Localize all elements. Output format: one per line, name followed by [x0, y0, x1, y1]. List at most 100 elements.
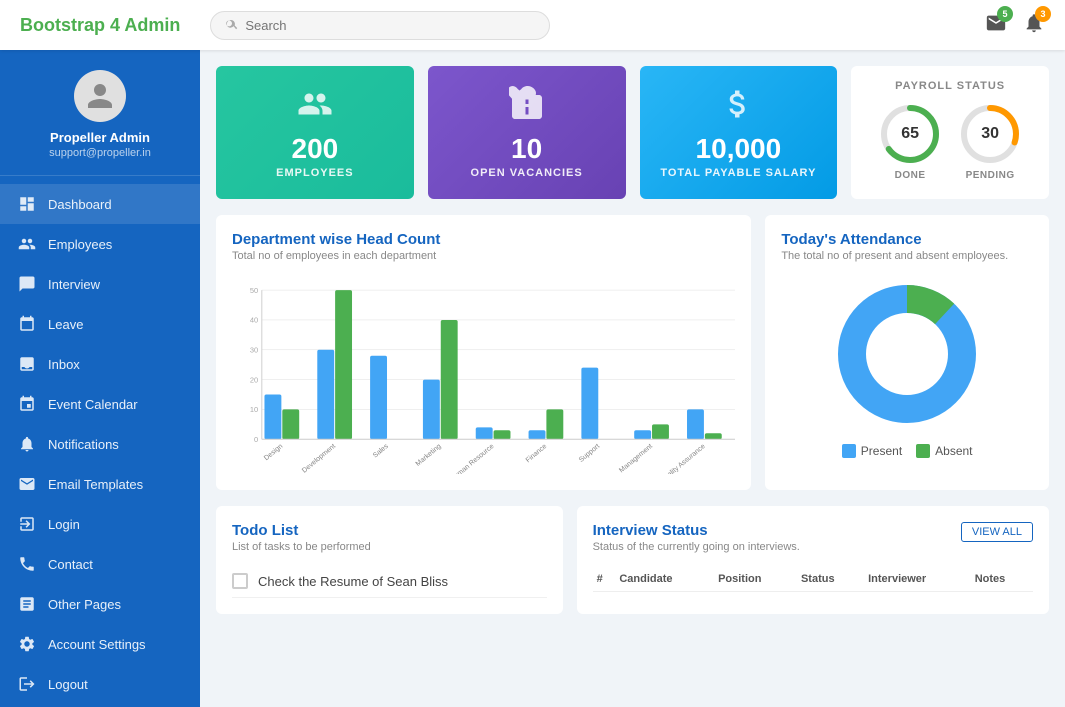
search-input[interactable]: [245, 18, 535, 33]
svg-text:Sales: Sales: [372, 443, 390, 460]
donut-chart: [827, 274, 987, 434]
present-dot: [842, 444, 856, 458]
search-bar[interactable]: [210, 11, 550, 40]
todo-checkbox[interactable]: [232, 573, 248, 589]
col-notes: Notes: [971, 567, 1033, 592]
gauge-done-circle: 65: [878, 102, 942, 166]
sidebar-item-employees[interactable]: Employees: [0, 224, 200, 264]
sidebar-label-email-templates: Email Templates: [48, 477, 143, 492]
bell-badge: 3: [1035, 6, 1051, 22]
sidebar-label-contact: Contact: [48, 557, 93, 572]
nav-icons: 5 3: [985, 12, 1045, 39]
sidebar-item-notifications[interactable]: Notifications: [0, 424, 200, 464]
top-navbar: Bootstrap 4 Admin 5 3: [0, 0, 1065, 50]
bottom-row: Todo List List of tasks to be performed …: [216, 506, 1049, 614]
employees-stat-number: 200: [292, 135, 339, 163]
payroll-pending-gauge: 30 PENDING: [958, 102, 1022, 181]
sidebar-item-dashboard[interactable]: Dashboard: [0, 184, 200, 224]
sidebar-item-login[interactable]: Login: [0, 504, 200, 544]
sidebar-username: Propeller Admin: [50, 130, 150, 145]
login-icon: [18, 515, 36, 533]
payroll-done-gauge: 65 DONE: [878, 102, 942, 181]
employees-stat-label: EMPLOYEES: [276, 167, 353, 179]
svg-text:0: 0: [254, 435, 258, 444]
stat-card-salary: 10,000 TOTAL PAYABLE SALARY: [640, 66, 838, 199]
sidebar-item-leave[interactable]: Leave: [0, 304, 200, 344]
sidebar-item-interview[interactable]: Interview: [0, 264, 200, 304]
inbox-icon: [18, 355, 36, 373]
mail-badge: 5: [997, 6, 1013, 22]
mail-icon-wrap[interactable]: 5: [985, 12, 1007, 39]
interview-table: # Candidate Position Status Interviewer …: [593, 567, 1033, 592]
todo-item-label: Check the Resume of Sean Bliss: [258, 574, 448, 589]
col-interviewer: Interviewer: [864, 567, 971, 592]
col-position: Position: [714, 567, 797, 592]
svg-text:10: 10: [250, 405, 258, 414]
contact-icon: [18, 555, 36, 573]
sidebar-item-other-pages[interactable]: Other Pages: [0, 584, 200, 624]
svg-text:Support: Support: [578, 443, 601, 464]
stats-row: 200 EMPLOYEES 10 OPEN VACANCIES 10,000 T…: [216, 66, 1049, 199]
svg-text:Management: Management: [618, 443, 654, 474]
sidebar-item-inbox[interactable]: Inbox: [0, 344, 200, 384]
sidebar-label-leave: Leave: [48, 317, 83, 332]
sidebar-label-account-settings: Account Settings: [48, 637, 146, 652]
vacancies-stat-label: OPEN VACANCIES: [471, 167, 583, 179]
present-label: Present: [861, 444, 902, 458]
todo-subtitle: List of tasks to be performed: [232, 541, 547, 553]
dashboard-icon: [18, 195, 36, 213]
gauge-pending-circle: 30: [958, 102, 1022, 166]
avatar: [74, 70, 126, 122]
notifications-icon: [18, 435, 36, 453]
sidebar-item-event-calendar[interactable]: Event Calendar: [0, 384, 200, 424]
svg-text:30: 30: [250, 346, 258, 355]
svg-text:Marketing: Marketing: [415, 443, 443, 468]
search-icon: [225, 17, 239, 34]
todo-title: Todo List: [232, 522, 547, 539]
brand-logo: Bootstrap 4 Admin: [20, 15, 180, 36]
main-content: 200 EMPLOYEES 10 OPEN VACANCIES 10,000 T…: [200, 50, 1065, 707]
view-all-button[interactable]: VIEW ALL: [961, 522, 1033, 542]
account-settings-icon: [18, 635, 36, 653]
attendance-title: Today's Attendance: [781, 231, 1033, 248]
interview-table-header: # Candidate Position Status Interviewer …: [593, 567, 1033, 592]
stat-card-vacancies: 10 OPEN VACANCIES: [428, 66, 626, 199]
headcount-chart-subtitle: Total no of employees in each department: [232, 250, 735, 262]
svg-text:20: 20: [250, 375, 258, 384]
salary-stat-icon: [720, 86, 756, 127]
svg-text:Human Resource: Human Resource: [449, 443, 495, 474]
sidebar-label-dashboard: Dashboard: [48, 197, 112, 212]
bell-icon-wrap[interactable]: 3: [1023, 12, 1045, 39]
todo-item: Check the Resume of Sean Bliss: [232, 565, 547, 598]
sidebar-item-account-settings[interactable]: Account Settings: [0, 624, 200, 664]
col-number: #: [593, 567, 616, 592]
interview-title: Interview Status: [593, 522, 800, 539]
payroll-card: PAYROLL STATUS 65 DONE: [851, 66, 1049, 199]
legend-present: Present: [842, 444, 902, 458]
vacancies-stat-number: 10: [511, 135, 542, 163]
attendance-subtitle: The total no of present and absent emplo…: [781, 250, 1033, 262]
vacancies-stat-icon: [509, 86, 545, 127]
sidebar-label-login: Login: [48, 517, 80, 532]
headcount-chart-card: Department wise Head Count Total no of e…: [216, 215, 751, 490]
sidebar-email: support@propeller.in: [49, 147, 151, 159]
donut-legend: Present Absent: [842, 444, 973, 458]
email-templates-icon: [18, 475, 36, 493]
sidebar-item-contact[interactable]: Contact: [0, 544, 200, 584]
event-calendar-icon: [18, 395, 36, 413]
sidebar-item-email-templates[interactable]: Email Templates: [0, 464, 200, 504]
brand-name: Bootstrap 4: [20, 15, 120, 35]
attendance-card: Today's Attendance The total no of prese…: [765, 215, 1049, 490]
sidebar-label-inbox: Inbox: [48, 357, 80, 372]
sidebar: Propeller Admin support@propeller.in Das…: [0, 50, 200, 707]
payroll-title: PAYROLL STATUS: [895, 80, 1005, 92]
absent-label: Absent: [935, 444, 972, 458]
sidebar-item-logout[interactable]: Logout: [0, 664, 200, 704]
employees-icon: [18, 235, 36, 253]
svg-text:Development: Development: [301, 443, 337, 474]
sidebar-label-other-pages: Other Pages: [48, 597, 121, 612]
leave-icon: [18, 315, 36, 333]
middle-row: Department wise Head Count Total no of e…: [216, 215, 1049, 490]
logout-icon: [18, 675, 36, 693]
svg-text:Design: Design: [263, 443, 284, 462]
